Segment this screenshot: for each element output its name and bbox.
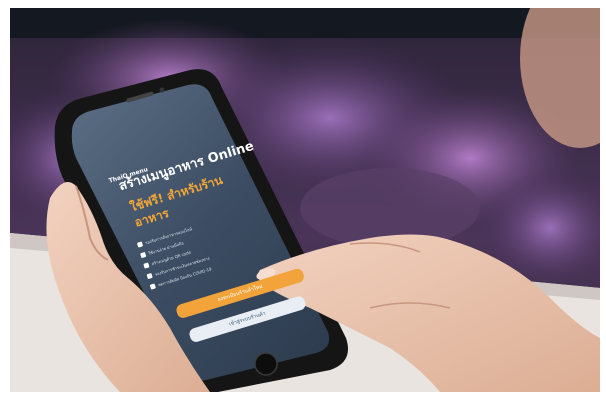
feature-list: รองรับการสั่งอาหารออนไลน์ ใช้งานง่าย ผ่า… — [136, 221, 214, 293]
phone-screen: ThaiQ menu สร้างเมนูอาหาร Online ใช้ฟรี!… — [10, 8, 600, 392]
check-icon — [143, 262, 150, 269]
photo: ThaiQ menu สร้างเมนูอาหาร Online ใช้ฟรี!… — [10, 8, 600, 392]
check-icon — [136, 241, 144, 248]
check-icon — [149, 283, 156, 290]
check-icon — [140, 251, 147, 259]
check-icon — [146, 272, 153, 280]
